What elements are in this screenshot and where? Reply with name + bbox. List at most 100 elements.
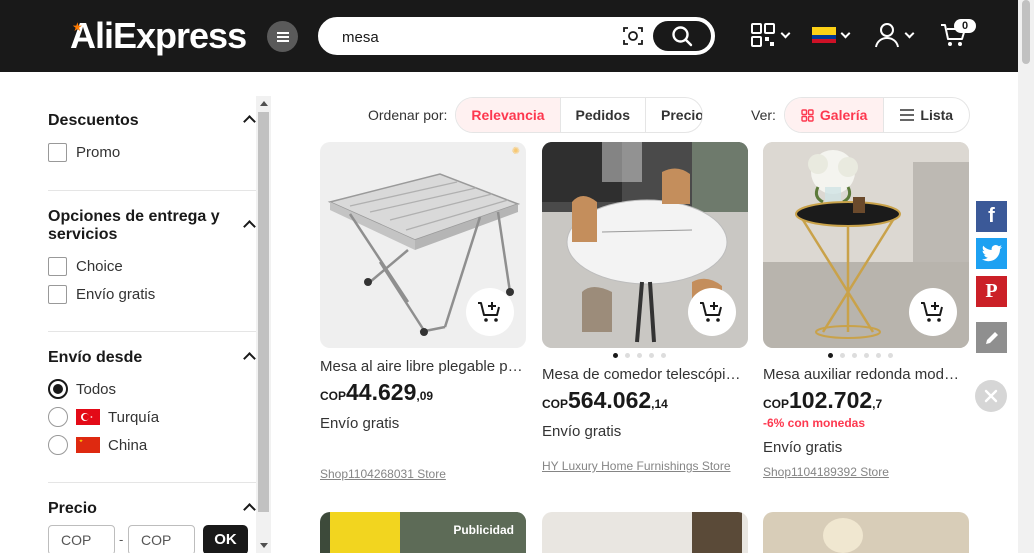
add-to-cart-button[interactable] [466,288,514,336]
store-link[interactable]: Shop1104268031 Store [320,467,527,481]
add-to-cart-icon [921,302,943,322]
divider [48,331,256,332]
price-integer: 44.629 [346,379,417,405]
ship-from-turkey[interactable]: Turquía [48,407,159,427]
free-shipping-checkbox[interactable] [48,284,67,304]
image-carousel-dots[interactable] [828,353,893,358]
logo-text: AliExpress [70,15,247,56]
collapse-caret-icon[interactable] [243,352,256,365]
min-price-input[interactable]: COP [48,525,115,553]
ship-from-title: Envío desde [48,349,143,366]
product-image-partial[interactable]: Publicidad [320,512,526,553]
product-title[interactable]: Mesa al aire libre plegable portátil [320,358,524,375]
gallery-view-button[interactable]: Galería [784,98,885,132]
product-card[interactable]: Mesa auxiliar redonda moderna de lujo CO… [763,142,970,479]
chevron-down-icon [780,28,791,38]
free-shipping-filter[interactable]: Envío gratis [48,284,155,304]
search-icon [672,26,693,47]
collapse-caret-icon[interactable] [243,503,256,516]
view-options: Galería Lista [783,97,971,133]
product-price: COP44.629,09 [320,379,527,406]
product-card[interactable]: ✺ Mesa al aire libre plegable portátil C… [320,142,527,481]
choice-checkbox[interactable] [48,256,67,276]
colombia-flag-icon [812,27,836,43]
collapse-caret-icon[interactable] [243,115,256,128]
store-link[interactable]: Shop1104189392 Store [763,465,970,479]
china-label: China [108,436,148,454]
sort-label: Ordenar por: [368,107,448,123]
product-image[interactable] [542,142,748,348]
price-integer: 102.702 [789,387,873,413]
filter-sidebar: Descuentos Promo Opciones de entrega y s… [48,96,256,553]
product-title[interactable]: Mesa auxiliar redonda moderna de lujo [763,366,967,383]
user-icon [875,23,899,48]
product-image-partial[interactable] [542,512,748,553]
store-link[interactable]: HY Luxury Home Furnishings Store [542,459,749,473]
promo-checkbox[interactable] [48,142,67,162]
ship-from-all[interactable]: Todos [48,379,116,399]
ship-from-china[interactable]: China [48,435,147,455]
image-carousel-dots[interactable] [613,353,666,358]
add-to-cart-button[interactable] [909,288,957,336]
sort-orders[interactable]: Pedidos [561,98,647,132]
logo-star-icon: ★ [72,20,83,34]
list-label: Lista [920,107,954,123]
scroll-up-icon[interactable] [260,101,268,106]
product-image-partial[interactable] [763,512,969,553]
search-input[interactable] [342,27,622,47]
divider [48,190,256,191]
turkey-label: Turquía [108,408,160,426]
choice-filter[interactable]: Choice [48,256,123,276]
china-radio[interactable] [48,435,68,455]
category-menu-button[interactable] [267,21,298,52]
collapse-caret-icon[interactable] [243,220,256,233]
close-icon [984,389,998,403]
account-menu[interactable] [874,20,915,50]
gallery-label: Galería [819,107,868,123]
max-price-input[interactable]: COP [128,525,195,553]
apply-price-button[interactable]: OK [203,525,248,553]
search-button[interactable] [653,21,711,51]
promo-filter[interactable]: Promo [48,142,120,162]
shipping-info: Envío gratis [320,415,400,432]
aliexpress-logo[interactable]: ★ AliExpress [70,14,247,58]
price-currency: COP [542,397,569,411]
product-image[interactable] [763,142,969,348]
all-radio[interactable] [48,379,68,399]
qr-code-menu[interactable] [750,20,791,50]
turkey-radio[interactable] [48,407,68,427]
region-selector[interactable] [812,20,851,50]
list-view-button[interactable]: Lista [884,98,969,132]
add-to-cart-button[interactable] [688,288,736,336]
grid-icon [801,108,814,122]
sort-price[interactable]: Precio [646,98,702,132]
sort-relevance[interactable]: Relevancia [456,98,561,132]
twitter-icon [981,245,1002,262]
twitter-share-button[interactable] [976,238,1007,269]
product-title[interactable]: Mesa de comedor telescópica extensible [542,366,746,383]
camera-search-icon[interactable] [622,25,644,47]
hamburger-icon [276,30,289,44]
cart-count-badge: 0 [954,19,976,33]
chevron-down-icon [840,28,851,38]
product-image[interactable]: ✺ [320,142,526,348]
facebook-share-button[interactable]: f [976,201,1007,232]
shipping-info: Envío gratis [542,423,622,440]
edit-feedback-button[interactable] [976,322,1007,353]
sidebar-scrollbar[interactable] [256,96,271,553]
top-header: ★ AliExpress mesa 0 [0,0,1018,72]
delivery-title: Opciones de entrega y servicios [48,208,220,243]
product-card[interactable]: Mesa de comedor telescópica extensible C… [542,142,749,473]
price-range-dash: - [119,532,124,547]
price-currency: COP [763,397,790,411]
page-scrollbar[interactable] [1018,0,1034,553]
price-decimal: ,7 [872,397,883,411]
delivery-section: Opciones de entrega y servicios [48,208,256,244]
scroll-down-icon[interactable] [260,543,268,548]
ad-label: Publicidad [453,523,514,537]
pinterest-share-button[interactable]: P [976,276,1007,307]
add-to-cart-icon [700,302,722,322]
discounts-section: Descuentos [48,112,256,130]
close-share-button[interactable] [975,380,1007,412]
free-shipping-label: Envío gratis [76,285,156,303]
